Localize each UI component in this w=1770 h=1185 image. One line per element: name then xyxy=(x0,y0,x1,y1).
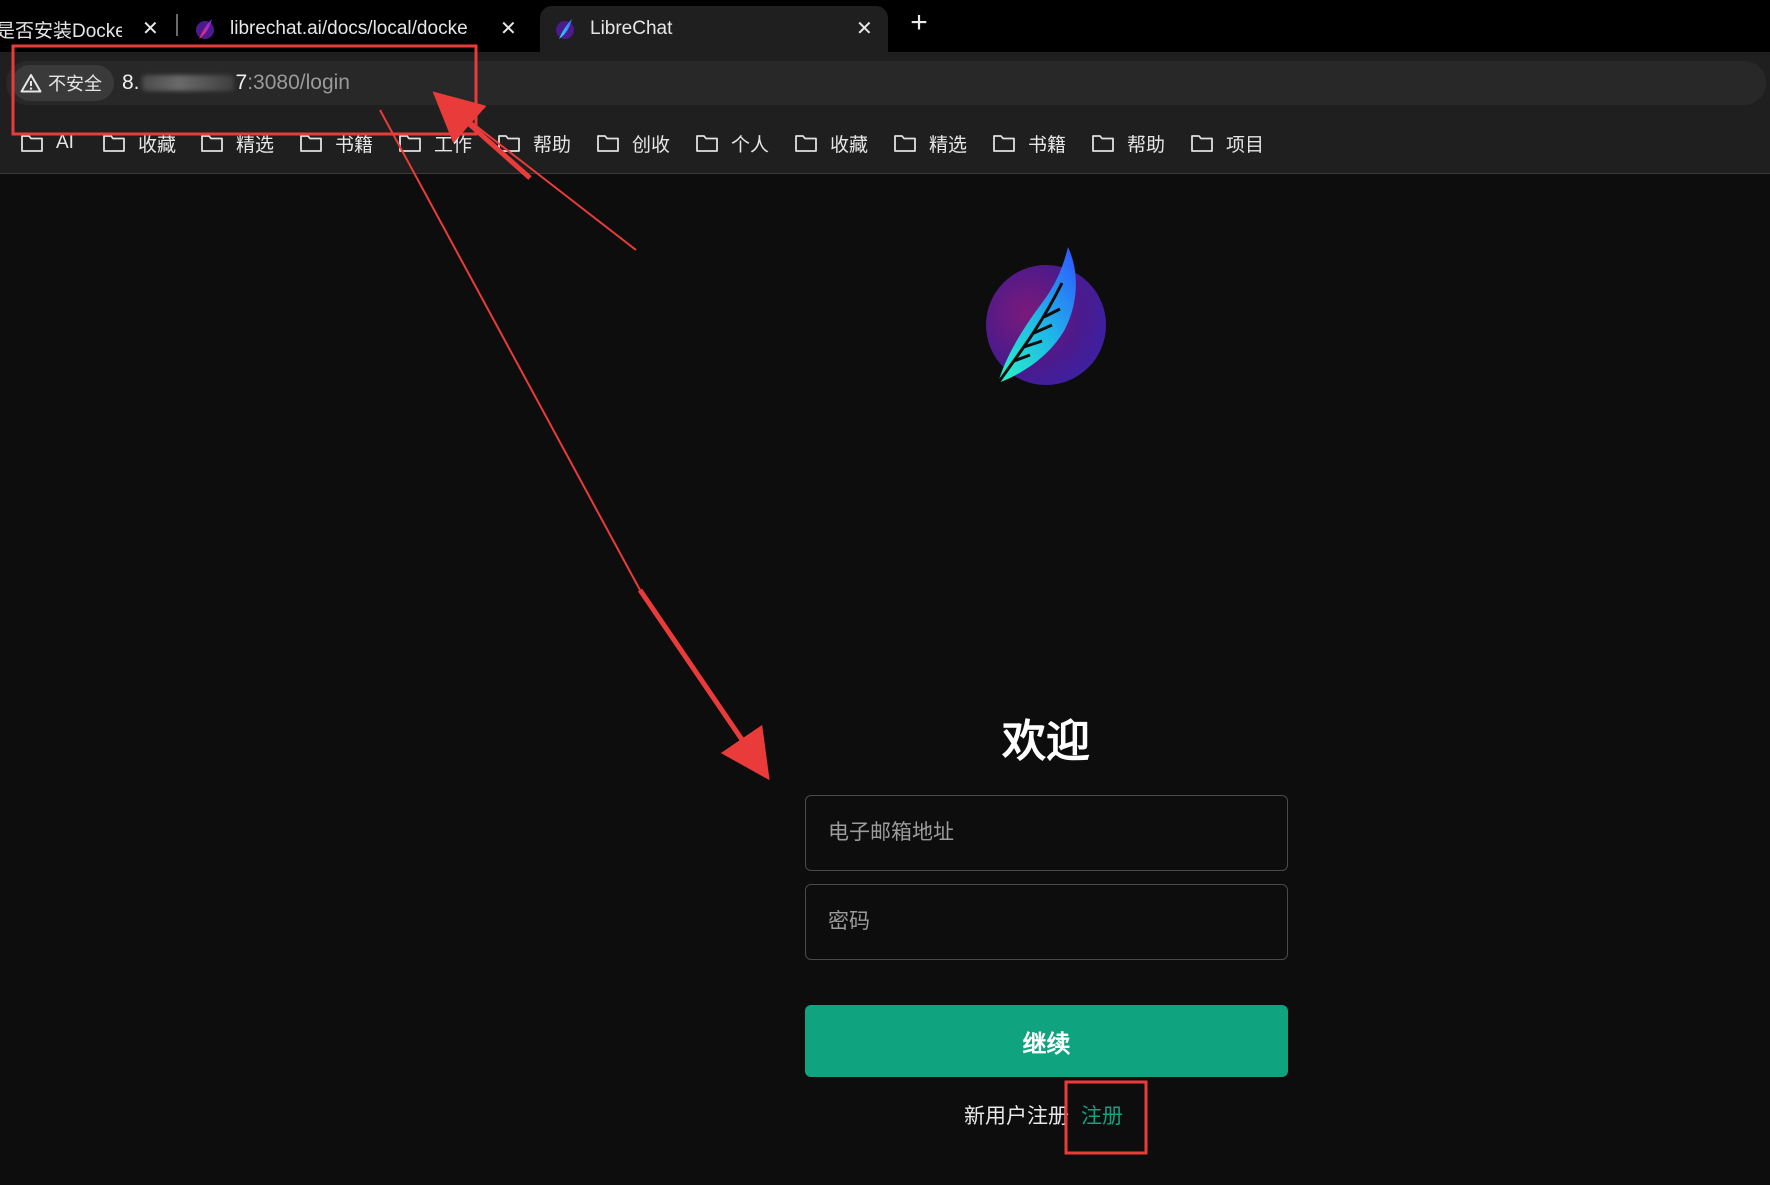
bookmark-label: 收藏 xyxy=(830,134,869,156)
bookmark-folder[interactable]: AI xyxy=(20,130,74,156)
folder-icon xyxy=(894,135,916,152)
folder-icon xyxy=(399,135,421,152)
signup-link[interactable]: 注册 xyxy=(1081,1105,1123,1128)
bookmark-label: 个人 xyxy=(731,134,770,156)
toolbar: 不安全 8. 7 :3080 /login xyxy=(0,52,1770,112)
bookmark-folder[interactable]: 书籍 xyxy=(299,130,373,156)
url-path: /login xyxy=(299,71,350,94)
url-port: :3080 xyxy=(247,71,300,94)
bookmark-folder[interactable]: 精选 xyxy=(893,130,967,156)
folder-icon xyxy=(696,135,718,152)
bookmark-folder[interactable]: 书籍 xyxy=(992,130,1066,156)
folder-icon xyxy=(103,135,125,152)
folder-icon xyxy=(1191,135,1213,152)
bookmark-label: 帮助 xyxy=(533,134,572,156)
bookmark-label: 帮助 xyxy=(1127,134,1166,156)
bookmark-label: 书籍 xyxy=(1028,134,1067,156)
bookmark-label: 工作 xyxy=(434,134,473,156)
folder-icon xyxy=(597,135,619,152)
bookmark-label: 书籍 xyxy=(335,134,374,156)
tab-librechat-docs[interactable]: librechat.ai/docs/local/docke ✕ xyxy=(194,6,524,52)
tab-strip: 是否安装Docker ✕ librechat.ai/docs/local/doc… xyxy=(0,0,1770,52)
bookmark-label: 收藏 xyxy=(138,134,177,156)
bookmark-folder[interactable]: 创收 xyxy=(596,130,670,156)
tab-title: librechat.ai/docs/local/docke xyxy=(230,18,468,39)
password-field[interactable] xyxy=(805,884,1288,960)
bookmark-label: 精选 xyxy=(929,134,968,156)
bookmark-folder[interactable]: 精选 xyxy=(200,130,274,156)
new-user-text: 新用户注册 xyxy=(964,1105,1069,1128)
signup-row: 新用户注册 注册 xyxy=(964,1100,1123,1130)
bookmark-folder[interactable]: 项目 xyxy=(1190,130,1264,156)
librechat-favicon-icon xyxy=(196,19,214,39)
bookmark-label: AI xyxy=(56,132,74,153)
tab-librechat[interactable]: LibreChat ✕ xyxy=(540,6,888,52)
warning-icon xyxy=(20,74,42,93)
bookmark-label: 项目 xyxy=(1226,134,1265,156)
new-tab-icon[interactable]: + xyxy=(904,8,934,38)
tab-separator xyxy=(176,14,178,36)
bookmark-folder[interactable]: 帮助 xyxy=(497,130,571,156)
bookmark-label: 精选 xyxy=(236,134,275,156)
librechat-favicon-icon xyxy=(556,19,574,39)
redacted-host xyxy=(141,75,234,91)
folder-icon xyxy=(498,135,520,152)
tab-docker[interactable]: 是否安装Docker ✕ xyxy=(0,6,166,52)
bookmarks-bar: AI 收藏 精选 书籍 工作 帮助 创收 个人 收藏 精选 书籍 帮助 项目 xyxy=(0,112,1770,174)
tab-title: 是否安装Docker xyxy=(0,20,122,42)
close-icon[interactable]: ✕ xyxy=(500,19,517,39)
address-bar[interactable]: 不安全 8. 7 :3080 /login xyxy=(6,61,1766,105)
login-page: 欢迎 继续 新用户注册注册 xyxy=(0,175,1770,1185)
bookmark-folder[interactable]: 收藏 xyxy=(794,130,868,156)
bookmark-folder[interactable]: 工作 xyxy=(398,130,472,156)
folder-icon xyxy=(21,135,43,152)
bookmark-folder[interactable]: 帮助 xyxy=(1091,130,1165,156)
bookmark-label: 创收 xyxy=(632,134,671,156)
email-field[interactable] xyxy=(805,795,1288,871)
bookmark-folder[interactable]: 个人 xyxy=(695,130,769,156)
url-host-start: 8. xyxy=(122,71,140,94)
librechat-logo-icon xyxy=(986,247,1106,385)
security-label: 不安全 xyxy=(48,74,102,94)
page-title: 欢迎 xyxy=(1002,717,1090,766)
folder-icon xyxy=(201,135,223,152)
tab-title: LibreChat xyxy=(590,18,673,39)
folder-icon xyxy=(795,135,817,152)
close-icon[interactable]: ✕ xyxy=(142,19,159,39)
close-icon[interactable]: ✕ xyxy=(856,19,873,39)
folder-icon xyxy=(300,135,322,152)
folder-icon xyxy=(993,135,1015,152)
url-host-end: 7 xyxy=(235,71,248,94)
bookmark-folder[interactable]: 收藏 xyxy=(102,130,176,156)
continue-button[interactable]: 继续 xyxy=(805,1005,1288,1077)
security-chip[interactable]: 不安全 xyxy=(12,65,114,101)
url-text[interactable]: 8. 7 :3080 /login xyxy=(122,61,350,105)
folder-icon xyxy=(1092,135,1114,152)
